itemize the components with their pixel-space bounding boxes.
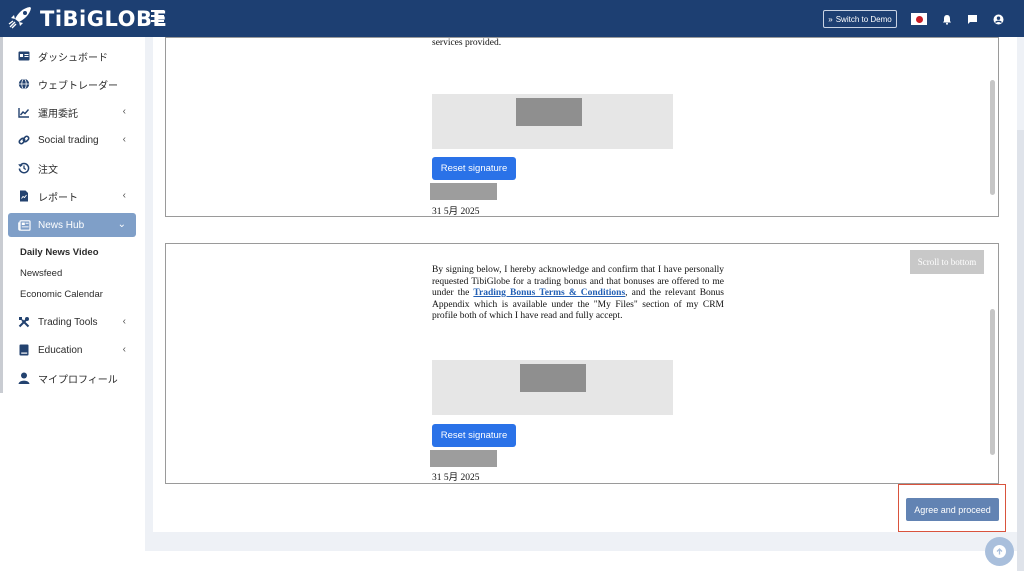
sidebar-item-my-profile[interactable]: マイプロフィール	[8, 366, 136, 390]
signature-pad[interactable]	[432, 360, 673, 415]
reset-signature-button[interactable]: Reset signature	[432, 157, 516, 180]
sidebar-item-social-trading[interactable]: Social trading ‹	[8, 128, 136, 152]
trading-bonus-terms-link[interactable]: Trading Bonus Terms & Conditions	[473, 288, 625, 298]
switch-to-demo-button[interactable]: » Switch to Demo	[823, 10, 897, 28]
redacted-name	[430, 450, 497, 467]
panel-scrollbar[interactable]	[990, 309, 995, 455]
sidebar-subitem-economic-calendar[interactable]: Economic Calendar	[20, 289, 103, 300]
brand-logo[interactable]: TiBiGLOBE	[8, 6, 167, 32]
brand-name: TiBiGLOBE	[40, 7, 168, 31]
sidebar-item-label: マイプロフィール	[38, 374, 118, 386]
chat-icon[interactable]	[965, 12, 979, 26]
sidebar-item-label: Trading Tools	[38, 316, 98, 328]
history-icon	[17, 161, 31, 175]
sidebar-item-label: 運用委託	[38, 108, 78, 120]
agreement-text-tail: services provided.	[432, 38, 502, 48]
newspaper-icon	[17, 218, 31, 232]
sidebar-item-label: News Hub	[38, 219, 85, 231]
chevron-left-icon: ‹	[122, 344, 126, 355]
double-chevron-right-icon: »	[828, 14, 833, 24]
sidebar-item-orders[interactable]: 注文	[8, 156, 136, 180]
sidebar-item-label: Social trading	[38, 134, 99, 146]
chart-line-icon	[17, 105, 31, 119]
link-icon	[17, 133, 31, 147]
sidebar-item-webtrader[interactable]: ウェブトレーダー	[8, 72, 136, 96]
page-scrollbar-track[interactable]	[1017, 130, 1024, 571]
rocket-logo-icon	[8, 5, 34, 34]
tools-icon	[17, 315, 31, 329]
globe-icon	[17, 77, 31, 91]
scroll-to-bottom-button[interactable]: Scroll to bottom	[910, 250, 984, 274]
sidebar-item-dashboard[interactable]: ダッシュボード	[8, 44, 136, 68]
book-icon	[17, 343, 31, 357]
menu-toggle-icon[interactable]	[151, 10, 164, 23]
switch-to-demo-label: Switch to Demo	[835, 14, 892, 24]
signature-date: 31 5月 2025	[432, 473, 480, 483]
sidebar-edge	[0, 37, 3, 393]
sidebar-item-label: Education	[38, 344, 83, 356]
scroll-to-top-button[interactable]	[985, 537, 1014, 566]
sidebar-subitem-daily-news-video[interactable]: Daily News Video	[20, 247, 99, 258]
reset-signature-button[interactable]: Reset signature	[432, 424, 516, 447]
sidebar-item-news-hub[interactable]: News Hub ⌄	[8, 213, 136, 237]
user-icon[interactable]	[991, 12, 1005, 26]
signature-date: 31 5月 2025	[432, 207, 480, 217]
sidebar-item-reports[interactable]: レポート ‹	[8, 184, 136, 208]
chevron-left-icon: ‹	[122, 190, 126, 201]
sidebar-item-label: ウェブトレーダー	[38, 80, 118, 92]
top-header-bar: TiBiGLOBE » Switch to Demo	[0, 0, 1024, 37]
japan-flag-icon[interactable]	[911, 13, 927, 25]
signature-redacted	[516, 98, 582, 126]
footer-strip	[145, 551, 1024, 571]
redacted-name	[430, 183, 497, 200]
sidebar: ダッシュボード ウェブトレーダー 運用委託 ‹ Social trading ‹…	[0, 37, 145, 571]
report-file-icon	[17, 189, 31, 203]
arrow-up-icon	[993, 545, 1006, 558]
sidebar-item-label: 注文	[38, 164, 58, 176]
panel-scrollbar[interactable]	[990, 80, 995, 195]
chevron-down-icon: ⌄	[117, 219, 126, 230]
sidebar-item-trading-tools[interactable]: Trading Tools ‹	[8, 310, 136, 334]
id-card-icon	[17, 49, 31, 63]
sidebar-subitem-newsfeed[interactable]: Newsfeed	[20, 268, 62, 279]
agreement-panel-bonus[interactable]: Scroll to bottom By signing below, I her…	[165, 243, 999, 484]
signature-pad[interactable]	[432, 94, 673, 149]
chevron-left-icon: ‹	[122, 106, 126, 117]
bonus-agreement-text: By signing below, I hereby acknowledge a…	[432, 265, 724, 323]
sidebar-item-label: レポート	[38, 192, 78, 204]
sidebar-item-education[interactable]: Education ‹	[8, 338, 136, 362]
chevron-left-icon: ‹	[122, 134, 126, 145]
sidebar-item-label: ダッシュボード	[38, 52, 108, 64]
user-icon	[17, 371, 31, 385]
agreement-panel-previous[interactable]: services provided. Reset signature 31 5月…	[165, 37, 999, 217]
chevron-left-icon: ‹	[122, 316, 126, 327]
signature-redacted	[520, 364, 586, 392]
agree-and-proceed-button[interactable]: Agree and proceed	[906, 498, 999, 521]
sidebar-item-managed-accounts[interactable]: 運用委託 ‹	[8, 100, 136, 124]
bell-icon[interactable]	[940, 12, 954, 26]
